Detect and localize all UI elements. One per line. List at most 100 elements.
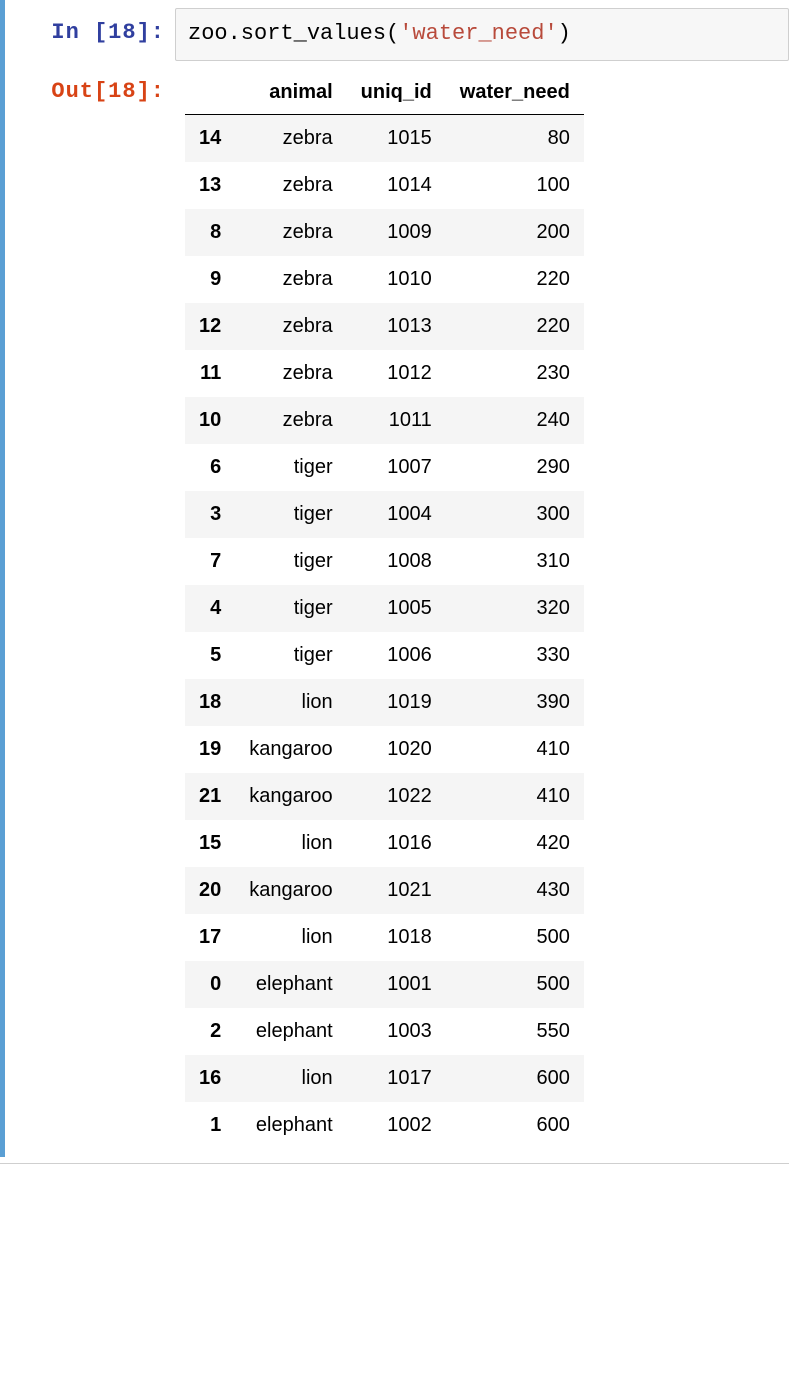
cell-water_need: 500 (446, 914, 584, 961)
row-index: 5 (185, 632, 235, 679)
table-row: 0elephant1001500 (185, 961, 584, 1008)
cell-water_need: 420 (446, 820, 584, 867)
row-index: 4 (185, 585, 235, 632)
cell-water_need: 550 (446, 1008, 584, 1055)
cell-uniq_id: 1011 (347, 397, 446, 444)
row-index: 0 (185, 961, 235, 1008)
row-index: 19 (185, 726, 235, 773)
output-area: animal uniq_id water_need 14zebra1015801… (175, 67, 789, 1149)
row-index: 11 (185, 350, 235, 397)
table-row: 7tiger1008310 (185, 538, 584, 585)
code-input[interactable]: zoo.sort_values('water_need') (175, 8, 789, 61)
cell-animal: kangaroo (235, 773, 346, 820)
notebook-cell: In [18]: zoo.sort_values('water_need') O… (0, 0, 789, 1157)
column-header-water_need: water_need (446, 71, 584, 115)
cell-uniq_id: 1009 (347, 209, 446, 256)
cell-uniq_id: 1006 (347, 632, 446, 679)
row-index: 6 (185, 444, 235, 491)
cell-uniq_id: 1008 (347, 538, 446, 585)
cell-animal: zebra (235, 209, 346, 256)
table-header-row: animal uniq_id water_need (185, 71, 584, 115)
table-row: 9zebra1010220 (185, 256, 584, 303)
table-row: 8zebra1009200 (185, 209, 584, 256)
cell-water_need: 430 (446, 867, 584, 914)
cell-uniq_id: 1019 (347, 679, 446, 726)
table-row: 12zebra1013220 (185, 303, 584, 350)
code-text-suffix: ) (558, 21, 571, 46)
cell-uniq_id: 1001 (347, 961, 446, 1008)
cell-animal: elephant (235, 1102, 346, 1149)
cell-animal: zebra (235, 350, 346, 397)
row-index: 17 (185, 914, 235, 961)
cell-animal: kangaroo (235, 867, 346, 914)
cell-water_need: 390 (446, 679, 584, 726)
row-index: 3 (185, 491, 235, 538)
cell-animal: zebra (235, 114, 346, 162)
cell-animal: tiger (235, 491, 346, 538)
output-row: Out[18]: animal uniq_id water_need 14zeb… (5, 67, 789, 1149)
row-index: 1 (185, 1102, 235, 1149)
table-row: 5tiger1006330 (185, 632, 584, 679)
output-prompt: Out[18]: (5, 67, 175, 118)
cell-uniq_id: 1007 (347, 444, 446, 491)
cell-uniq_id: 1010 (347, 256, 446, 303)
row-index: 13 (185, 162, 235, 209)
cell-animal: zebra (235, 162, 346, 209)
cell-animal: tiger (235, 538, 346, 585)
cell-water_need: 410 (446, 773, 584, 820)
cell-water_need: 320 (446, 585, 584, 632)
cell-uniq_id: 1003 (347, 1008, 446, 1055)
cell-animal: lion (235, 820, 346, 867)
table-row: 21kangaroo1022410 (185, 773, 584, 820)
cell-uniq_id: 1004 (347, 491, 446, 538)
cell-animal: elephant (235, 1008, 346, 1055)
row-index: 7 (185, 538, 235, 585)
row-index: 9 (185, 256, 235, 303)
table-row: 18lion1019390 (185, 679, 584, 726)
row-index: 18 (185, 679, 235, 726)
code-text-prefix: zoo.sort_values( (188, 21, 399, 46)
row-index: 8 (185, 209, 235, 256)
cell-water_need: 100 (446, 162, 584, 209)
input-row: In [18]: zoo.sort_values('water_need') (5, 8, 789, 61)
row-index: 12 (185, 303, 235, 350)
table-row: 17lion1018500 (185, 914, 584, 961)
cell-animal: lion (235, 1055, 346, 1102)
cell-water_need: 220 (446, 303, 584, 350)
cell-water_need: 410 (446, 726, 584, 773)
row-index: 2 (185, 1008, 235, 1055)
cell-water_need: 240 (446, 397, 584, 444)
cell-water_need: 500 (446, 961, 584, 1008)
cell-water_need: 220 (446, 256, 584, 303)
cell-uniq_id: 1014 (347, 162, 446, 209)
dataframe-table: animal uniq_id water_need 14zebra1015801… (185, 71, 584, 1149)
table-row: 16lion1017600 (185, 1055, 584, 1102)
table-row: 6tiger1007290 (185, 444, 584, 491)
table-row: 13zebra1014100 (185, 162, 584, 209)
cell-animal: tiger (235, 444, 346, 491)
cell-animal: lion (235, 914, 346, 961)
cell-uniq_id: 1013 (347, 303, 446, 350)
cell-water_need: 600 (446, 1102, 584, 1149)
column-header-animal: animal (235, 71, 346, 115)
table-row: 15lion1016420 (185, 820, 584, 867)
index-header (185, 71, 235, 115)
row-index: 15 (185, 820, 235, 867)
cell-water_need: 200 (446, 209, 584, 256)
table-row: 14zebra101580 (185, 114, 584, 162)
table-row: 4tiger1005320 (185, 585, 584, 632)
cell-animal: zebra (235, 256, 346, 303)
cell-animal: zebra (235, 397, 346, 444)
cell-uniq_id: 1018 (347, 914, 446, 961)
code-string-literal: 'water_need' (399, 21, 557, 46)
cell-water_need: 310 (446, 538, 584, 585)
cell-water_need: 600 (446, 1055, 584, 1102)
cell-uniq_id: 1017 (347, 1055, 446, 1102)
cell-uniq_id: 1016 (347, 820, 446, 867)
cell-water_need: 230 (446, 350, 584, 397)
cell-animal: tiger (235, 585, 346, 632)
cell-uniq_id: 1012 (347, 350, 446, 397)
row-index: 20 (185, 867, 235, 914)
table-row: 11zebra1012230 (185, 350, 584, 397)
table-row: 2elephant1003550 (185, 1008, 584, 1055)
